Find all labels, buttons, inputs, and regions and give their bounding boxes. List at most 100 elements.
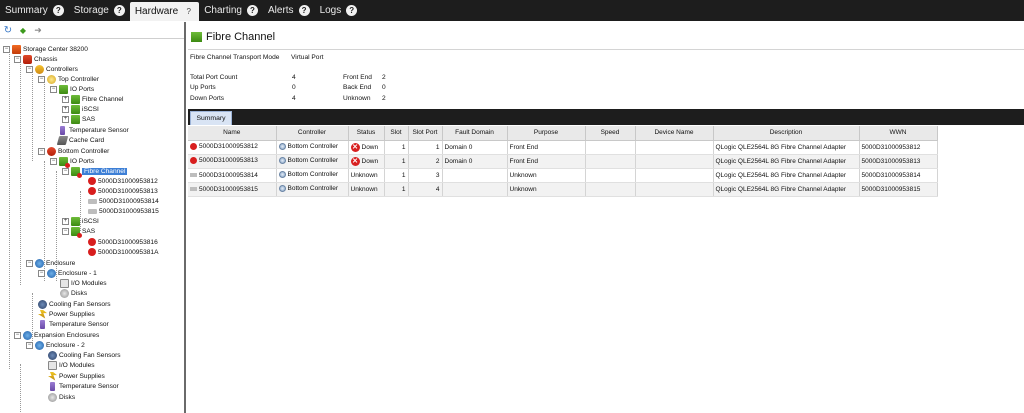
tree-node-temperature-sensor[interactable]: Temperature Sensor (38, 319, 109, 329)
help-icon[interactable]: ? (247, 5, 258, 16)
tree-node-top-sas[interactable]: + SAS (62, 114, 95, 124)
tree-node-top-iscsi[interactable]: + iSCSI (62, 104, 99, 114)
column-header-slot-port[interactable]: Slot Port (408, 126, 443, 141)
tree-node-sas-port[interactable]: 5000D3100095381A (88, 247, 159, 257)
expand-toggle[interactable]: + (62, 95, 69, 103)
port-down-icon (190, 143, 197, 151)
collapse-toggle[interactable]: − (50, 157, 57, 165)
tree-node-io-modules[interactable]: I/O Modules (60, 278, 107, 288)
help-icon[interactable]: ? (298, 5, 310, 16)
tab-hardware[interactable]: Hardware? (129, 2, 200, 21)
tree-node-enc2-temperature-sensor[interactable]: Temperature Sensor (48, 381, 119, 391)
tab-summary[interactable]: Summary (190, 111, 232, 125)
tab-summary-nav[interactable]: Summary? (0, 0, 69, 21)
table-row[interactable]: 5000D31000953813 Bottom Controller ✕ Down… (188, 154, 938, 169)
io-modules-icon (60, 278, 69, 288)
tree-node-label: 5000D31000953816 (98, 238, 158, 246)
tab-alerts[interactable]: Alerts? (263, 0, 315, 21)
back-arrow-icon[interactable]: ◆ (18, 25, 28, 35)
tree-node-cache-card[interactable]: Cache Card (56, 135, 104, 145)
column-header-speed[interactable]: Speed (585, 126, 636, 141)
expand-toggle[interactable]: + (62, 105, 69, 113)
refresh-icon[interactable]: ↻ (3, 25, 13, 36)
tree-node-chassis[interactable]: − Chassis (14, 54, 57, 64)
tree-node-bottom-sas[interactable]: − SAS (62, 226, 95, 238)
column-header-status[interactable]: Status (348, 126, 385, 141)
tree-node-enc2-power-supplies[interactable]: Power Supplies (48, 371, 105, 381)
port-down-icon (88, 187, 96, 195)
collapse-toggle[interactable]: − (26, 259, 33, 267)
tree-node-cooling-fan-sensors[interactable]: Cooling Fan Sensors (38, 299, 111, 309)
collapse-toggle[interactable]: − (14, 331, 21, 339)
collapse-toggle[interactable]: − (38, 269, 45, 277)
tree-node-enclosure-2[interactable]: − Enclosure - 2 (26, 340, 85, 350)
tree-node-bottom-io-ports[interactable]: − IO Ports (50, 156, 94, 168)
column-header-device-name[interactable]: Device Name (635, 126, 714, 141)
collapse-toggle[interactable]: − (26, 65, 33, 73)
column-header-slot[interactable]: Slot (384, 126, 409, 141)
forward-arrow-icon[interactable]: ➜ (33, 25, 43, 35)
tree-node-controllers[interactable]: − Controllers (26, 64, 78, 74)
collapse-toggle[interactable]: − (3, 45, 10, 53)
controller-icon (278, 157, 286, 165)
tree-node-enclosure-1[interactable]: − Enclosure - 1 (38, 268, 97, 278)
collapse-toggle[interactable]: − (50, 85, 57, 93)
column-header-fault-domain[interactable]: Fault Domain (442, 126, 508, 141)
tree-node-fc-port[interactable]: 5000D31000953813 (88, 186, 158, 196)
collapse-toggle[interactable]: − (62, 167, 69, 175)
column-header-wwn[interactable]: WWN (859, 126, 938, 141)
tree-node-top-temperature-sensor[interactable]: Temperature Sensor (58, 125, 129, 135)
tree-node-power-supplies[interactable]: Power Supplies (38, 309, 95, 319)
help-icon[interactable]: ? (183, 6, 194, 17)
tree-node-fc-port[interactable]: 5000D31000953815 (88, 206, 159, 216)
help-icon[interactable]: ? (113, 5, 125, 16)
tree-node-bottom-iscsi[interactable]: + iSCSI (62, 216, 99, 226)
cell-name: 5000D31000953814 (188, 168, 277, 183)
tree-node-enc2-disks[interactable]: Disks (48, 392, 75, 402)
collapse-toggle[interactable]: − (14, 55, 21, 63)
collapse-toggle[interactable]: − (38, 147, 45, 155)
tree-node-enclosure[interactable]: − Enclosure (26, 258, 75, 268)
tree-node-fc-port[interactable]: 5000D31000953812 (88, 176, 158, 186)
back-end-value: 0 (382, 84, 386, 91)
cell-device-name (635, 154, 714, 169)
port-icon (88, 198, 97, 204)
tab-storage[interactable]: Storage? (69, 0, 130, 21)
table-row[interactable]: 5000D31000953814 Bottom Controller Unkno… (188, 168, 938, 183)
tab-charting[interactable]: Charting? (199, 0, 263, 21)
tree-node-storage-center[interactable]: − Storage Center 38200 (3, 44, 88, 54)
help-icon[interactable]: ? (52, 5, 64, 16)
table-row[interactable]: 5000D31000953815 Bottom Controller Unkno… (188, 182, 938, 197)
table-row[interactable]: 5000D31000953812 Bottom Controller ✕ Down… (188, 140, 938, 155)
up-ports-value: 0 (292, 84, 296, 91)
port-down-icon (88, 177, 96, 185)
tree-node-sas-port[interactable]: 5000D31000953816 (88, 237, 158, 247)
tab-label: Hardware (134, 6, 179, 17)
total-port-count-value: 4 (292, 74, 296, 81)
collapse-toggle[interactable]: − (62, 227, 69, 235)
tree-node-expansion-enclosures[interactable]: − Expansion Enclosures (14, 330, 99, 340)
tree-node-disks[interactable]: Disks (60, 288, 87, 298)
column-header-purpose[interactable]: Purpose (507, 126, 586, 141)
temperature-sensor-icon (60, 125, 65, 135)
tree-node-bottom-fibre-channel[interactable]: − Fibre Channel (62, 166, 128, 178)
io-ports-icon (59, 84, 68, 94)
tree-node-top-controller[interactable]: − Top Controller (38, 74, 99, 84)
tree-node-enc2-io-modules[interactable]: I/O Modules (48, 360, 95, 370)
tree-node-bottom-controller[interactable]: − Bottom Controller (38, 146, 109, 156)
tree-node-enc2-cooling-fan-sensors[interactable]: Cooling Fan Sensors (48, 350, 121, 360)
help-icon[interactable]: ? (346, 5, 358, 16)
column-header-name[interactable]: Name (188, 126, 277, 141)
expand-toggle[interactable]: + (62, 115, 69, 123)
column-header-controller[interactable]: Controller (276, 126, 349, 141)
expand-toggle[interactable]: + (62, 217, 69, 225)
cell-text: Bottom Controller (287, 171, 339, 179)
tree-node-top-io-ports[interactable]: − IO Ports (50, 84, 94, 94)
tree-node-top-fibre-channel[interactable]: + Fibre Channel (62, 94, 123, 104)
tab-logs[interactable]: Logs? (315, 0, 363, 21)
collapse-toggle[interactable]: − (38, 75, 45, 83)
cell-fault-domain: Domain 0 (442, 140, 508, 155)
column-header-description[interactable]: Description (713, 126, 860, 141)
tree-node-fc-port[interactable]: 5000D31000953814 (88, 196, 159, 206)
collapse-toggle[interactable]: − (26, 341, 33, 349)
